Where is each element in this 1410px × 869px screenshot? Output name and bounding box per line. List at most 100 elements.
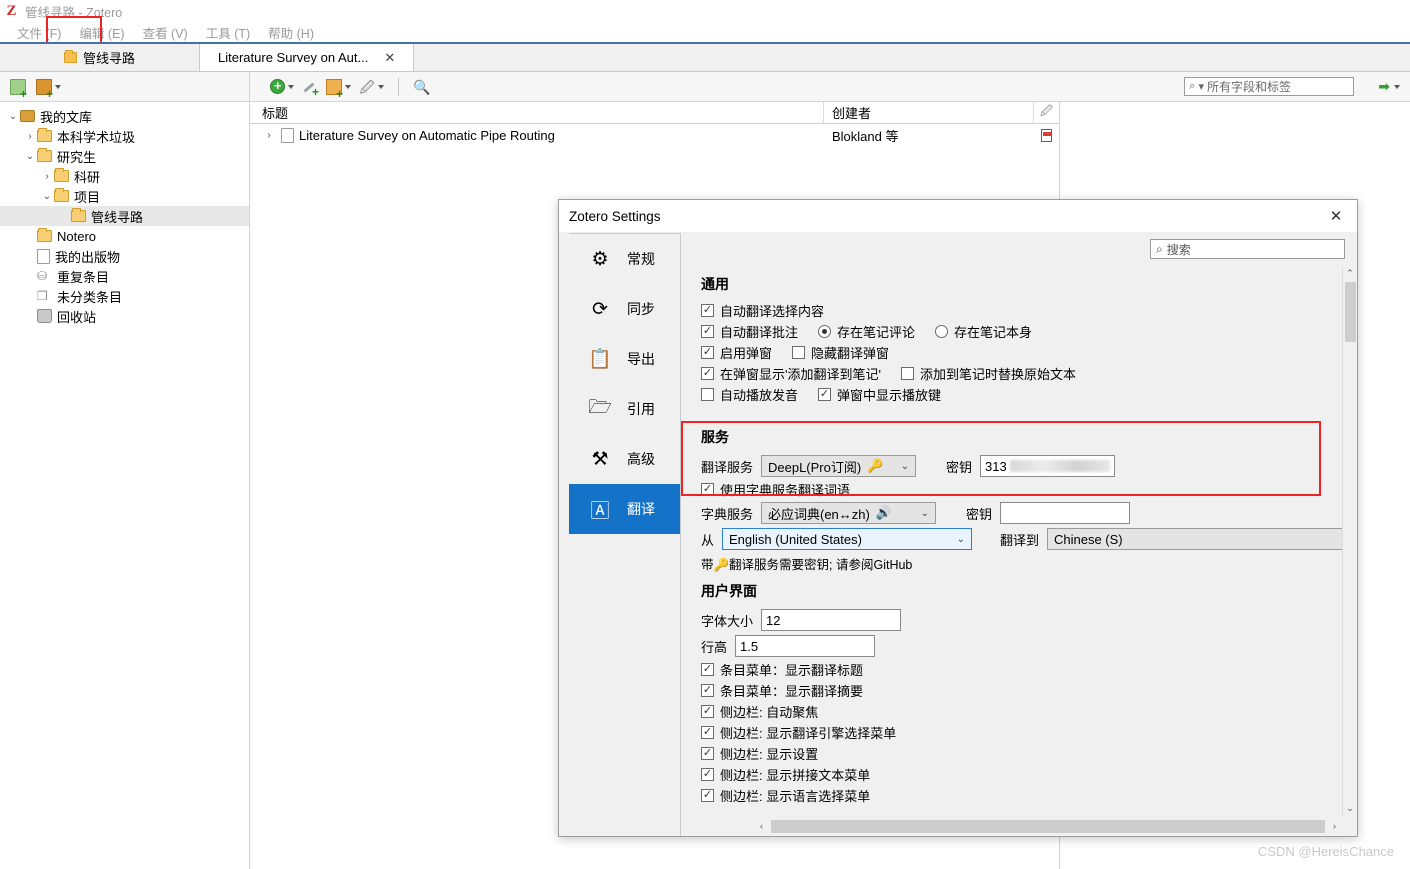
ui-checkbox-2[interactable]: ✓ <box>700 705 714 718</box>
checkbox-row-auto-translate-annotation[interactable]: ✓ 自动翻译批注 存在笔记评论 存在笔记本身 <box>700 321 1357 342</box>
tab-document[interactable]: Literature Survey on Aut... ✕ <box>200 43 415 71</box>
table-row[interactable]: › Literature Survey on Automatic Pipe Ro… <box>250 124 1059 146</box>
column-header-creator[interactable]: 创建者 <box>824 102 1034 123</box>
ui-checkbox-row-4[interactable]: ✓ 侧边栏: 显示设置 <box>700 743 1357 764</box>
collection-item-5[interactable]: 管线寻路 <box>0 206 249 226</box>
checkbox-auto-translate-annotation[interactable]: ✓ <box>700 325 714 338</box>
checkbox-row-auto-play-audio[interactable]: 自动播放发音 ✓ 弹窗中显示播放键 <box>700 384 1357 405</box>
add-by-identifier-button[interactable] <box>302 79 319 99</box>
chevron-down-icon[interactable] <box>1394 84 1400 89</box>
collection-item-1[interactable]: › 本科学术垃圾 <box>0 126 249 146</box>
scroll-up-icon[interactable]: ⌃ <box>1343 266 1358 281</box>
checkbox-auto-play-audio[interactable] <box>700 388 714 401</box>
ui-checkbox-row-3[interactable]: ✓ 侧边栏: 显示翻译引擎选择菜单 <box>700 722 1357 743</box>
scroll-down-icon[interactable]: ⌄ <box>1343 801 1358 816</box>
checkbox-row-auto-translate-selection[interactable]: ✓ 自动翻译选择内容 <box>700 300 1357 321</box>
to-language-select[interactable]: Chinese (S) ⌄ <box>1047 528 1357 550</box>
scrollbar-thumb[interactable] <box>1344 282 1356 342</box>
ui-checkbox-4[interactable]: ✓ <box>700 747 714 760</box>
line-height-input[interactable]: 1.5 <box>734 635 875 657</box>
menu-edit[interactable]: 编辑 (E) <box>70 23 133 42</box>
collection-item-4[interactable]: ⌄ 项目 <box>0 186 249 206</box>
from-language-select[interactable]: English (United States) ⌄ <box>721 528 972 550</box>
collection-item-7[interactable]: 我的出版物 <box>0 246 249 266</box>
settings-horizontal-scrollbar[interactable]: ‹ › <box>754 816 1342 836</box>
search-input[interactable]: ⌕ ▾ 所有字段和标签 <box>1184 77 1355 96</box>
collection-item-2[interactable]: ⌄ 研究生 <box>0 146 249 166</box>
menu-help[interactable]: 帮助 (H) <box>259 23 323 42</box>
checkbox-enable-popup[interactable]: ✓ <box>700 346 714 359</box>
collection-item-6[interactable]: Notero <box>0 226 249 246</box>
chevron-right-icon[interactable]: › <box>262 130 276 141</box>
ui-checkbox-6[interactable]: ✓ <box>700 789 714 802</box>
checkbox-replace-original[interactable] <box>900 367 914 380</box>
settings-nav-item-0[interactable]: ⚙ 常规 <box>569 234 680 284</box>
translate-secret-input[interactable]: 313 <box>980 455 1115 477</box>
label-in-note-itself: 存在笔记本身 <box>954 325 1033 340</box>
scroll-right-icon[interactable]: › <box>1327 819 1342 834</box>
checkbox-use-dict-service[interactable]: ✓ <box>700 483 714 496</box>
checkbox-row-show-add-to-note[interactable]: ✓ 在弹窗显示'添加翻译到笔记' 添加到笔记时替换原始文本 <box>700 363 1357 384</box>
checkbox-show-play-button[interactable]: ✓ <box>817 388 831 401</box>
ui-checkbox-0[interactable]: ✓ <box>700 663 714 676</box>
collection-item-3[interactable]: › 科研 <box>0 166 249 186</box>
label-font-size: 字体大小 <box>700 613 753 629</box>
settings-search-input[interactable]: ⌕ 搜索 <box>1150 239 1345 259</box>
twisty-icon[interactable]: ⌄ <box>6 111 20 122</box>
twisty-icon[interactable]: ⌄ <box>23 151 37 162</box>
add-attachment-button[interactable]: 🖉 <box>359 79 384 95</box>
checkbox-show-add-to-note[interactable]: ✓ <box>700 367 714 380</box>
checkbox-row-use-dict-service[interactable]: ✓ 使用字典服务翻译词语 <box>700 479 1357 500</box>
radio-in-note-itself[interactable] <box>935 325 948 338</box>
column-header-title[interactable]: 标题 <box>250 102 824 123</box>
checkbox-hide-popup[interactable] <box>791 346 805 359</box>
checkbox-row-enable-popup[interactable]: ✓ 启用弹窗 隐藏翻译弹窗 <box>700 342 1357 363</box>
translate-service-select[interactable]: DeepL(Pro订阅) 🔑 ⌄ <box>760 455 916 477</box>
twisty-icon[interactable]: ⌄ <box>40 191 54 202</box>
menu-file[interactable]: 文件 (F) <box>8 23 70 42</box>
locate-button[interactable]: ➡ <box>1378 78 1400 95</box>
scrollbar-thumb-horizontal[interactable] <box>771 819 1325 833</box>
ui-checkbox-3[interactable]: ✓ <box>700 726 714 739</box>
new-collection-button[interactable] <box>10 78 27 99</box>
dict-service-select[interactable]: 必应词典(en↔zh) 🔊 ⌄ <box>760 502 936 524</box>
menu-tools[interactable]: 工具 (T) <box>197 23 259 42</box>
collection-item-8[interactable]: ⛁ 重复条目 <box>0 266 249 286</box>
settings-nav-item-1[interactable]: ⟳ 同步 <box>569 284 680 334</box>
chevron-down-icon[interactable]: ▾ <box>1198 80 1204 93</box>
settings-nav-item-2[interactable]: 📋 导出 <box>569 334 680 384</box>
settings-nav-item-3[interactable]: 🗁 引用 <box>569 384 680 434</box>
new-library-button[interactable] <box>36 78 61 99</box>
new-note-button[interactable] <box>326 78 351 99</box>
close-icon[interactable]: ✕ <box>384 50 395 66</box>
radio-in-note-comment[interactable] <box>817 325 831 338</box>
magic-wand-icon <box>302 79 319 99</box>
close-icon[interactable]: ✕ <box>1323 203 1349 229</box>
checkbox-auto-translate-selection[interactable]: ✓ <box>700 304 714 317</box>
scroll-left-icon[interactable]: ‹ <box>754 819 769 834</box>
ui-checkbox-row-6[interactable]: ✓ 侧边栏: 显示语言选择菜单 <box>700 785 1357 806</box>
ui-checkbox-row-2[interactable]: ✓ 侧边栏: 自动聚焦 <box>700 701 1357 722</box>
ui-checkbox-row-0[interactable]: ✓ 条目菜单：显示翻译标题 <box>700 659 1357 680</box>
twisty-icon[interactable]: › <box>40 171 54 182</box>
settings-vertical-scrollbar[interactable]: ⌃ ⌄ <box>1342 266 1357 816</box>
settings-nav-item-4[interactable]: ⚒ 高级 <box>569 434 680 484</box>
dict-secret-input[interactable] <box>1000 502 1130 524</box>
ui-checkbox-1[interactable]: ✓ <box>700 684 714 697</box>
paperclip-icon[interactable]: 🖉 <box>1034 102 1059 123</box>
menu-view[interactable]: 查看 (V) <box>134 23 197 42</box>
settings-nav-item-5[interactable]: 🄰 翻译 <box>569 484 680 534</box>
ui-checkbox-row-5[interactable]: ✓ 侧边栏: 显示拼接文本菜单 <box>700 764 1357 785</box>
collection-item-0[interactable]: ⌄ 我的文库 <box>0 106 249 126</box>
item-attachment-cell[interactable] <box>1034 128 1059 142</box>
collection-item-9[interactable]: ❐ 未分类条目 <box>0 286 249 306</box>
add-item-button[interactable] <box>270 78 294 94</box>
ui-checkbox-row-1[interactable]: ✓ 条目菜单：显示翻译摘要 <box>700 680 1357 701</box>
advanced-search-button[interactable]: 🔍 <box>413 79 430 95</box>
font-size-input[interactable]: 12 <box>760 609 901 631</box>
twisty-icon[interactable]: › <box>23 131 37 142</box>
ui-checkbox-5[interactable]: ✓ <box>700 768 714 781</box>
collection-item-10[interactable]: 回收站 <box>0 306 249 326</box>
window-title: 管线寻路 - Zotero <box>25 5 123 20</box>
tab-library[interactable]: 管线寻路 <box>0 43 200 71</box>
